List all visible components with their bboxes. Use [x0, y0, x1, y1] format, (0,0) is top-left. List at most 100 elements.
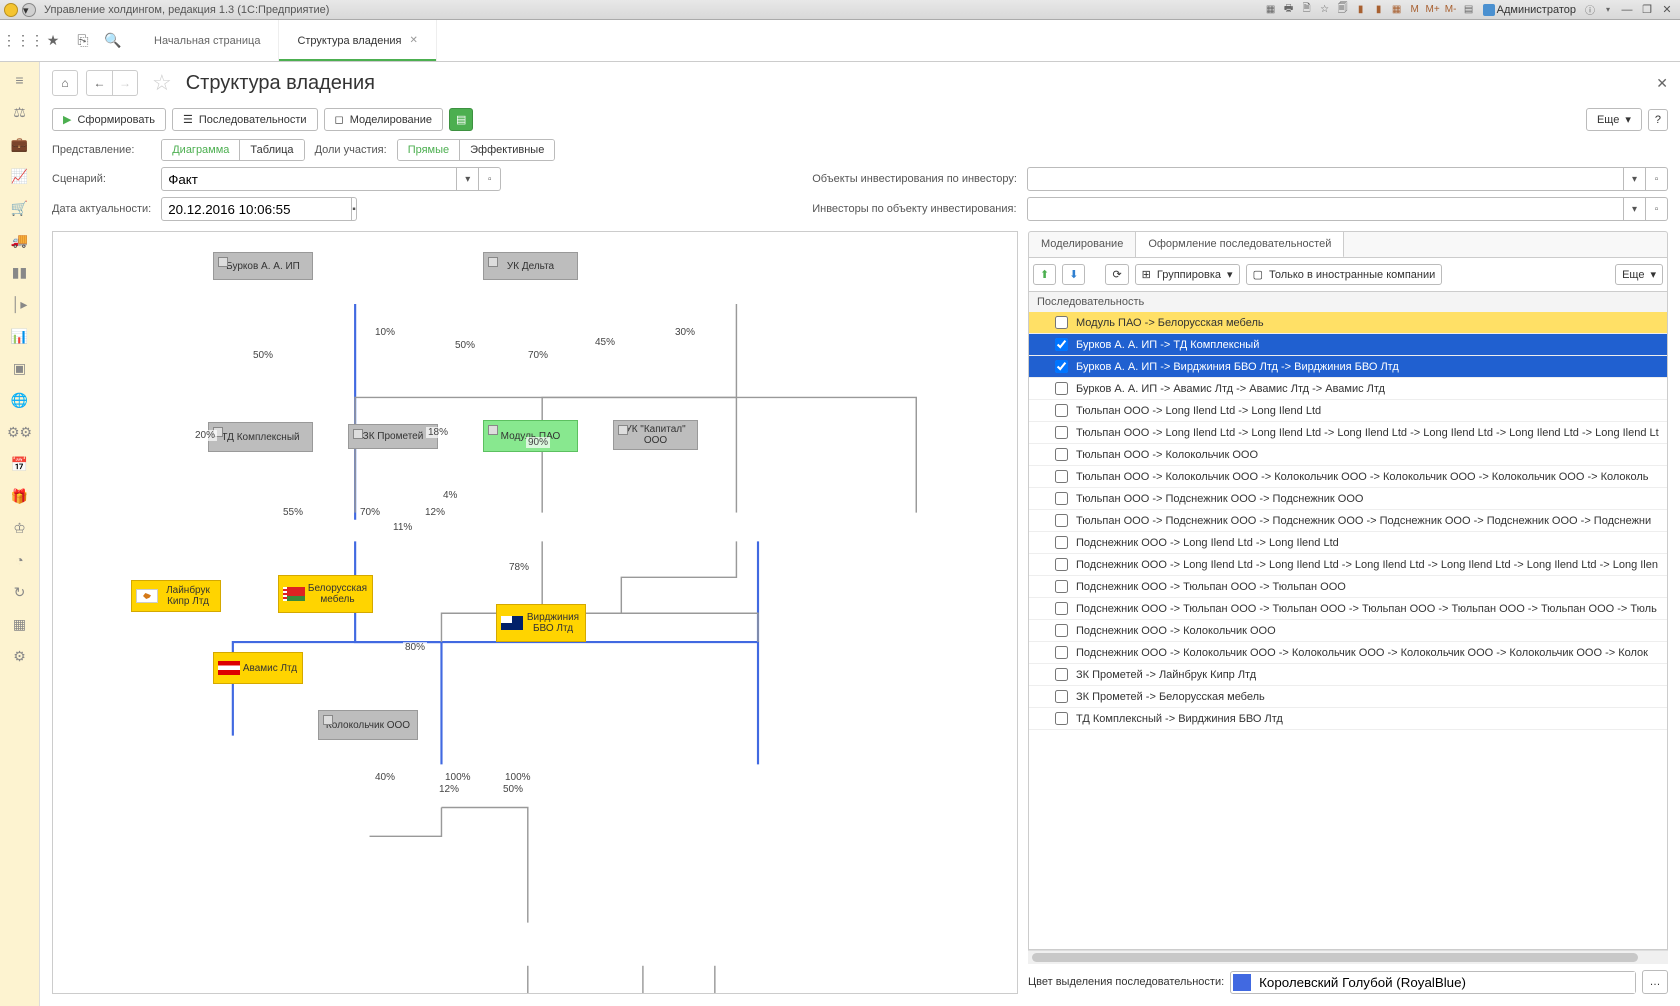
calendar-icon[interactable]: ▦ — [1389, 2, 1405, 18]
date-picker-icon[interactable]: ▪ — [352, 197, 357, 221]
sequence-row[interactable]: Тюльпан ООО -> Колокольчик ООО — [1029, 444, 1667, 466]
node-kolok[interactable]: Колокольчик ООО — [318, 710, 418, 740]
sequence-row[interactable]: Подснежник ООО -> Тюльпан ООО -> Тюльпан… — [1029, 576, 1667, 598]
sequence-row[interactable]: ЗК Прометей -> Лайнбрук Кипр Лтд — [1029, 664, 1667, 686]
apps-icon[interactable]: ⋮⋮⋮ — [14, 32, 32, 50]
sb-briefcase-icon[interactable]: 💼 — [10, 134, 30, 154]
sequence-row[interactable]: Бурков А. А. ИП -> ТД Комплексный — [1029, 334, 1667, 356]
close-page-button[interactable]: ✕ — [1656, 75, 1668, 92]
inv-by-object-dropdown-icon[interactable]: ▾ — [1624, 197, 1646, 221]
sequence-checkbox[interactable] — [1055, 646, 1068, 659]
sequence-checkbox[interactable] — [1055, 404, 1068, 417]
sb-menu-icon[interactable]: ≡ — [10, 70, 30, 90]
sequence-checkbox[interactable] — [1055, 492, 1068, 505]
foreign-only-button[interactable]: ▢ Только в иностранные компании — [1246, 264, 1443, 285]
sequence-row[interactable]: Тюльпан ООО -> Long Ilend Ltd -> Long Il… — [1029, 422, 1667, 444]
node-uk-kapital[interactable]: УК "Капитал" ООО — [613, 420, 698, 450]
sequence-row[interactable]: Подснежник ООО -> Long Ilend Ltd -> Long… — [1029, 532, 1667, 554]
node-uk-delta[interactable]: УК Дельта — [483, 252, 578, 280]
sequence-checkbox[interactable] — [1055, 470, 1068, 483]
sequence-checkbox[interactable] — [1055, 558, 1068, 571]
sb-gears-icon[interactable]: ⚙⚙ — [10, 422, 30, 442]
sb-report-icon[interactable]: 📊 — [10, 326, 30, 346]
minimize-button[interactable]: — — [1618, 2, 1636, 18]
sequence-row[interactable]: Бурков А. А. ИП -> Вирджиния БВО Лтд -> … — [1029, 356, 1667, 378]
sequence-row[interactable]: Тюльпан ООО -> Колокольчик ООО -> Колоко… — [1029, 466, 1667, 488]
inv-by-object-input[interactable] — [1027, 197, 1624, 221]
back-button[interactable]: ← — [86, 70, 112, 96]
restore-button[interactable]: ❐ — [1638, 2, 1656, 18]
sequence-row[interactable]: ТД Комплексный -> Вирджиния БВО Лтд — [1029, 708, 1667, 730]
forward-button[interactable]: → — [112, 70, 138, 96]
sequence-checkbox[interactable] — [1055, 690, 1068, 703]
star-icon[interactable]: ★ — [44, 32, 62, 50]
horizontal-scrollbar[interactable] — [1028, 950, 1668, 964]
rp-tab-sequences[interactable]: Оформление последовательностей — [1136, 232, 1344, 258]
sequence-row[interactable]: Тюльпан ООО -> Подснежник ООО -> Подснеж… — [1029, 510, 1667, 532]
m-plus-btn[interactable]: M+ — [1425, 2, 1441, 18]
close-tab-icon[interactable]: ✕ — [410, 35, 418, 46]
sequence-checkbox[interactable] — [1055, 712, 1068, 725]
sequence-row[interactable]: Подснежник ООО -> Long Ilend Ltd -> Long… — [1029, 554, 1667, 576]
sb-table-icon[interactable]: ▦ — [10, 614, 30, 634]
node-zk-prom[interactable]: ЗК Прометей — [348, 424, 438, 449]
scenario-dropdown-icon[interactable]: ▾ — [457, 167, 479, 191]
sb-truck-icon[interactable]: 🚚 — [10, 230, 30, 250]
sb-barchart-icon[interactable]: ▮▮ — [10, 262, 30, 282]
scenario-input[interactable] — [161, 167, 457, 191]
user-block[interactable]: Администратор — [1479, 4, 1580, 16]
sequence-list[interactable]: Модуль ПАО -> Белорусская мебельБурков А… — [1028, 312, 1668, 950]
sequences-button[interactable]: ☰ Последовательности — [172, 108, 318, 131]
sequence-row[interactable]: Тюльпан ООО -> Подснежник ООО -> Подснеж… — [1029, 488, 1667, 510]
calc-icon[interactable]: ▤ — [1461, 2, 1477, 18]
help-button[interactable]: ? — [1648, 109, 1668, 131]
rp-tab-modeling[interactable]: Моделирование — [1029, 232, 1136, 257]
node-belarus[interactable]: Белорусская мебель — [278, 575, 373, 613]
modeling-button[interactable]: ◻ Моделирование — [324, 108, 443, 131]
sequence-row[interactable]: Бурков А. А. ИП -> Авамис Лтд -> Авамис … — [1029, 378, 1667, 400]
diagram-panel[interactable]: Бурков А. А. ИП УК Дельта ТД Комплексный… — [52, 231, 1018, 994]
sb-window-icon[interactable]: ▣ — [10, 358, 30, 378]
tab-home[interactable]: Начальная страница — [136, 20, 279, 61]
search-icon[interactable]: 🔍 — [104, 32, 122, 50]
history-icon[interactable]: ⎘ — [74, 32, 92, 50]
sequence-checkbox[interactable] — [1055, 360, 1068, 373]
sequence-checkbox[interactable] — [1055, 426, 1068, 439]
sb-calendar-icon[interactable]: 📅 — [10, 454, 30, 474]
inv-by-object-open-icon[interactable]: ▫ — [1646, 197, 1668, 221]
date-input[interactable] — [161, 197, 352, 221]
refresh-button[interactable]: ⟳ — [1105, 264, 1128, 285]
sequence-checkbox[interactable] — [1055, 624, 1068, 637]
print-icon[interactable]: 🖶 — [1281, 2, 1297, 18]
sb-icon-1[interactable]: ⚖ — [10, 102, 30, 122]
sequence-checkbox[interactable] — [1055, 536, 1068, 549]
sequence-row[interactable]: Подснежник ООО -> Колокольчик ООО — [1029, 620, 1667, 642]
report-button[interactable]: ▤ — [449, 108, 473, 131]
tb-icon-6[interactable]: ▮ — [1353, 2, 1369, 18]
sb-emblem-icon[interactable]: ♔ — [10, 518, 30, 538]
sequence-checkbox[interactable] — [1055, 514, 1068, 527]
home-button[interactable]: ⌂ — [52, 70, 78, 96]
node-lainbruk[interactable]: Лайнбрук Кипр Лтд — [131, 580, 221, 612]
sb-chart-icon[interactable]: 📈 — [10, 166, 30, 186]
node-td-komp[interactable]: ТД Комплексный — [208, 422, 313, 452]
node-virginia[interactable]: Вирджиния БВО Лтд — [496, 604, 586, 642]
form-button[interactable]: ▶ Сформировать — [52, 108, 166, 131]
sb-exit-icon[interactable]: │▸ — [10, 294, 30, 314]
color-picker-button[interactable]: … — [1642, 970, 1668, 994]
info-dropdown-icon[interactable]: ▾ — [1600, 2, 1616, 18]
move-down-button[interactable]: ⬇ — [1062, 264, 1085, 285]
more-button[interactable]: Еще ▾ — [1586, 108, 1642, 131]
sequence-row[interactable]: Подснежник ООО -> Колокольчик ООО -> Кол… — [1029, 642, 1667, 664]
sb-pie-icon[interactable]: ◔ — [10, 550, 30, 570]
sequence-row[interactable]: ЗК Прометей -> Белорусская мебель — [1029, 686, 1667, 708]
sequence-checkbox[interactable] — [1055, 448, 1068, 461]
tab-structure[interactable]: Структура владения ✕ — [279, 20, 436, 61]
m-minus-btn[interactable]: M- — [1443, 2, 1459, 18]
tb-icon-1[interactable]: ▦ — [1263, 2, 1279, 18]
tb-icon-7[interactable]: ▮ — [1371, 2, 1387, 18]
sequence-checkbox[interactable] — [1055, 338, 1068, 351]
sequence-checkbox[interactable] — [1055, 668, 1068, 681]
obj-by-investor-dropdown-icon[interactable]: ▾ — [1624, 167, 1646, 191]
m-btn[interactable]: M — [1407, 2, 1423, 18]
